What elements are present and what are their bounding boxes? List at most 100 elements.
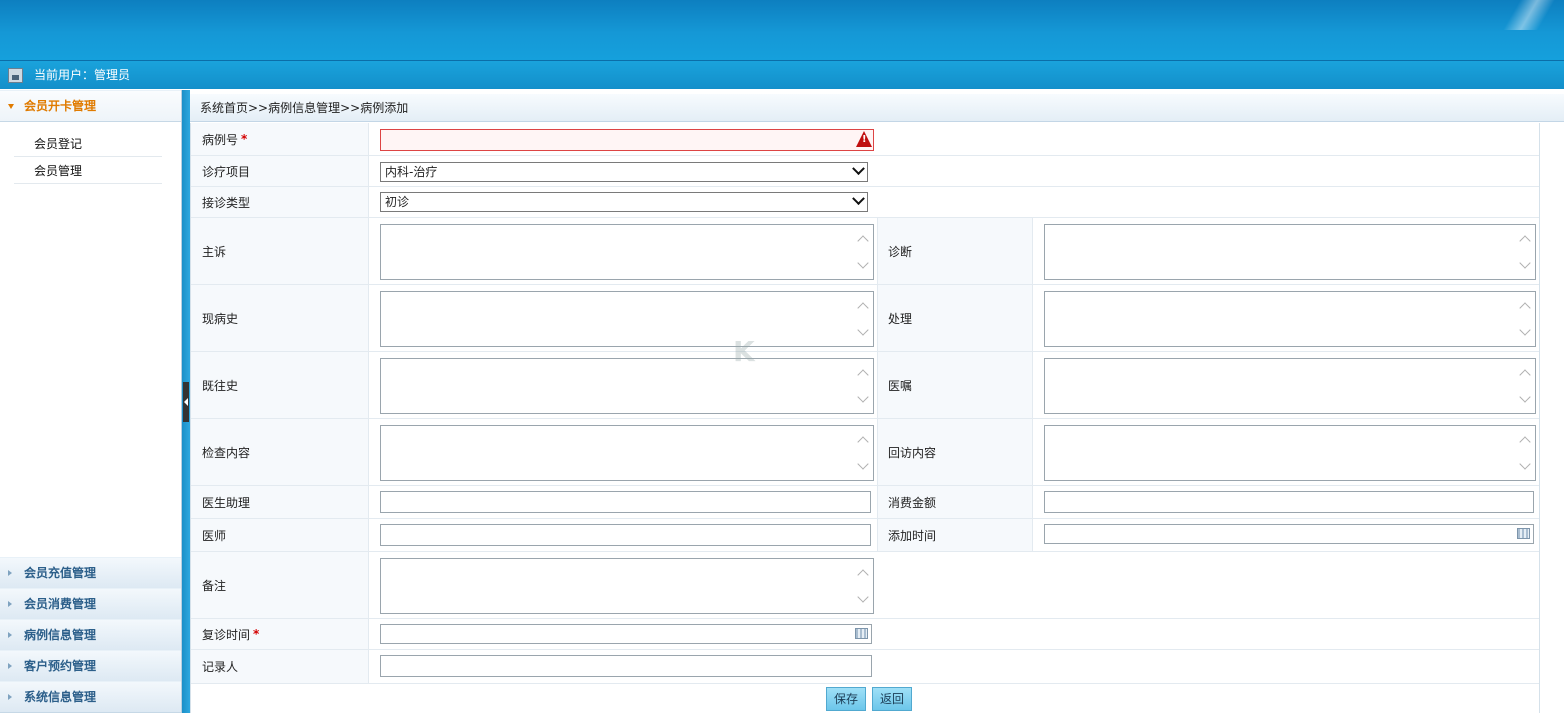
exam-content-textarea[interactable] <box>380 425 874 481</box>
doctor-assistant-label: 医生助理 <box>191 486 369 518</box>
visit-type-select[interactable]: 初诊 <box>380 192 868 212</box>
sidebar-group-label: 客户预约管理 <box>24 659 97 673</box>
scroll-up-icon[interactable] <box>1519 235 1531 247</box>
top-banner <box>0 0 1564 61</box>
treatment-label: 处理 <box>877 285 1033 351</box>
case-no-label: 病例号 * <box>191 123 369 155</box>
user-icon <box>8 68 23 83</box>
case-no-input[interactable] <box>380 129 874 151</box>
scroll-up-icon[interactable] <box>1519 436 1531 448</box>
form-row: 医师 添加时间 <box>191 519 1539 552</box>
user-bar: 当前用户：管理员 <box>0 61 1564 89</box>
chevron-down-icon <box>852 162 865 176</box>
remark-label: 备注 <box>191 552 369 618</box>
sidebar-group-label: 会员开卡管理 <box>24 99 97 113</box>
amount-input[interactable] <box>1044 491 1534 513</box>
collapse-arrow-icon <box>8 632 12 638</box>
scroll-up-icon[interactable] <box>1519 369 1531 381</box>
calendar-icon[interactable] <box>855 628 868 639</box>
scroll-down-icon[interactable] <box>1519 391 1531 403</box>
scroll-up-icon[interactable] <box>1519 302 1531 314</box>
main-content: 系统首页>>病例信息管理>>病例添加 病例号* 诊疗项目 内科-治疗 接诊类型 … <box>190 90 1564 713</box>
treatment-item-select[interactable]: 内科-治疗 <box>380 162 868 182</box>
scroll-up-icon[interactable] <box>857 302 869 314</box>
recorder-input[interactable] <box>380 655 872 677</box>
diagnosis-label: 诊断 <box>877 218 1033 284</box>
sidebar-group-consume[interactable]: 会员消费管理 <box>0 588 181 620</box>
sidebar-group-appointment[interactable]: 客户预约管理 <box>0 650 181 682</box>
banner-gloss <box>1494 0 1564 30</box>
sidebar-group-label: 病例信息管理 <box>24 628 97 642</box>
form-row: 医生助理 消费金额 <box>191 486 1539 519</box>
current-user-text: 当前用户：管理员 <box>34 68 131 82</box>
remark-textarea[interactable] <box>380 558 874 614</box>
chief-complaint-label: 主诉 <box>191 218 369 284</box>
scroll-down-icon[interactable] <box>857 458 869 470</box>
scroll-up-icon[interactable] <box>857 569 869 581</box>
sidebar-group-system[interactable]: 系统信息管理 <box>0 681 181 713</box>
sidebar-group-label: 系统信息管理 <box>24 690 97 704</box>
revisit-time-input[interactable] <box>380 624 872 644</box>
scroll-up-icon[interactable] <box>857 436 869 448</box>
scroll-up-icon[interactable] <box>857 369 869 381</box>
doctor-input[interactable] <box>380 524 871 546</box>
add-time-label: 添加时间 <box>877 519 1033 551</box>
followup-content-label: 回访内容 <box>877 419 1033 485</box>
recorder-label: 记录人 <box>191 650 369 683</box>
medical-advice-textarea[interactable] <box>1044 358 1536 414</box>
diagnosis-textarea[interactable] <box>1044 224 1536 280</box>
scroll-down-icon[interactable] <box>1519 324 1531 336</box>
past-history-label: 既往史 <box>191 352 369 418</box>
scroll-down-icon[interactable] <box>1519 458 1531 470</box>
followup-content-textarea[interactable] <box>1044 425 1536 481</box>
medical-advice-label: 医嘱 <box>877 352 1033 418</box>
sidebar-group-recharge[interactable]: 会员充值管理 <box>0 557 181 589</box>
form-row: 诊疗项目 内科-治疗 <box>191 156 1539 187</box>
back-button[interactable]: 返回 <box>872 687 912 711</box>
sidebar: 会员开卡管理 会员登记 会员管理 会员充值管理 会员消费管理 病例信息管理 客户… <box>0 90 182 713</box>
save-button[interactable]: 保存 <box>826 687 866 711</box>
form-row: 检查内容 回访内容 <box>191 419 1539 486</box>
expand-arrow-icon <box>8 104 14 109</box>
doctor-label: 医师 <box>191 519 369 551</box>
chevron-down-icon <box>852 192 865 206</box>
scroll-up-icon[interactable] <box>857 235 869 247</box>
sidebar-group-member-card[interactable]: 会员开卡管理 <box>0 90 181 122</box>
amount-label: 消费金额 <box>877 486 1033 518</box>
collapse-arrow-icon <box>8 694 12 700</box>
collapse-sidebar-handle[interactable] <box>183 382 189 422</box>
present-illness-label: 现病史 <box>191 285 369 351</box>
sidebar-splitter <box>182 90 190 713</box>
form-row: 复诊时间 * <box>191 619 1539 650</box>
scroll-down-icon[interactable] <box>857 391 869 403</box>
form-row: 接诊类型 初诊 <box>191 187 1539 218</box>
sidebar-item-member-register[interactable]: 会员登记 <box>14 131 162 157</box>
sidebar-group-case-info[interactable]: 病例信息管理 <box>0 619 181 651</box>
exam-content-label: 检查内容 <box>191 419 369 485</box>
scroll-down-icon[interactable] <box>857 591 869 603</box>
treatment-item-label: 诊疗项目 <box>191 156 369 186</box>
form-row: 备注 <box>191 552 1539 619</box>
scroll-down-icon[interactable] <box>1519 257 1531 269</box>
treatment-textarea[interactable] <box>1044 291 1536 347</box>
scroll-down-icon[interactable] <box>857 257 869 269</box>
visit-type-label: 接诊类型 <box>191 187 369 217</box>
sidebar-item-member-manage[interactable]: 会员管理 <box>14 158 162 184</box>
form-row: 病例号 * <box>191 123 1539 156</box>
calendar-icon[interactable] <box>1517 528 1530 539</box>
collapse-arrow-icon <box>8 601 12 607</box>
sidebar-group-label: 会员充值管理 <box>24 566 97 580</box>
add-time-input[interactable] <box>1044 524 1534 544</box>
collapse-arrow-icon <box>8 570 12 576</box>
form-row: 主诉 诊断 <box>191 218 1539 285</box>
form-row: 记录人 <box>191 650 1539 684</box>
chief-complaint-textarea[interactable] <box>380 224 874 280</box>
warning-icon <box>856 131 872 147</box>
scroll-down-icon[interactable] <box>857 324 869 336</box>
watermark-logo: K <box>733 335 755 368</box>
form-row: 既往史 医嘱 <box>191 352 1539 419</box>
doctor-assistant-input[interactable] <box>380 491 871 513</box>
breadcrumb: 系统首页>>病例信息管理>>病例添加 <box>190 94 1564 122</box>
case-add-form: 病例号* 诊疗项目 内科-治疗 接诊类型 初诊 主诉 诊断 现病史 处理 <box>190 123 1540 713</box>
sidebar-group-label: 会员消费管理 <box>24 597 97 611</box>
